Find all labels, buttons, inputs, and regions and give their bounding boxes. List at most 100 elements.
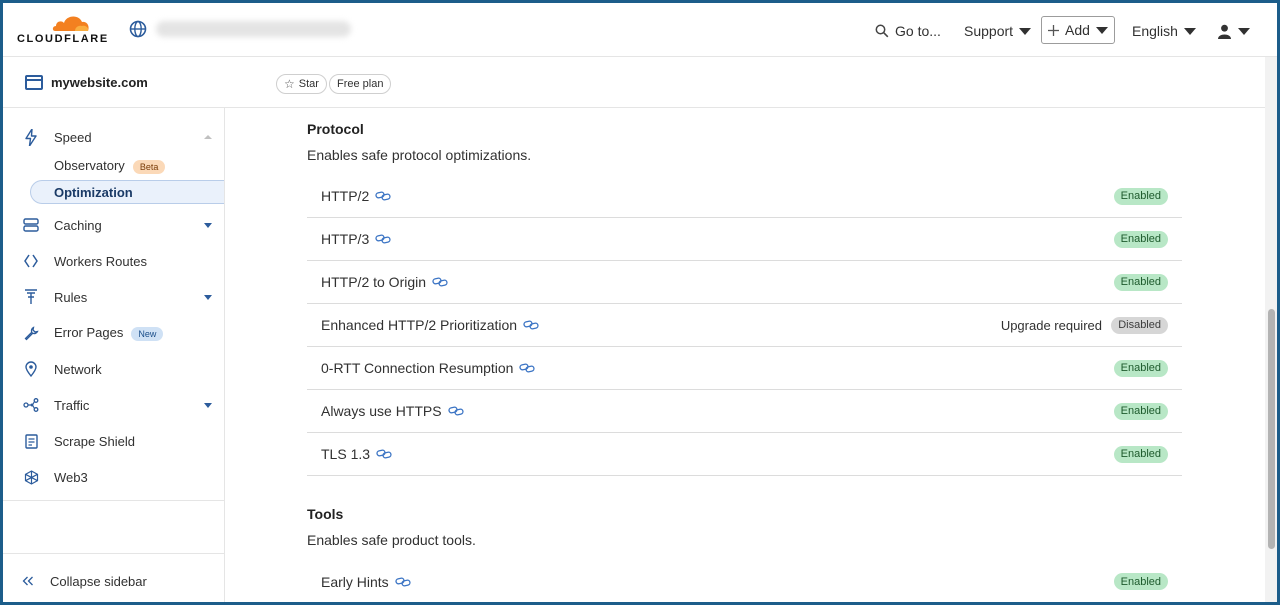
user-icon xyxy=(1218,24,1231,39)
lightning-icon xyxy=(23,128,39,146)
search-icon xyxy=(875,24,889,38)
sidebar-item-speed[interactable]: Speed xyxy=(3,124,224,150)
sidebar-label-optimization: Optimization xyxy=(54,184,133,200)
sidebar-label-caching: Caching xyxy=(54,217,102,233)
chevron-down-icon xyxy=(1019,27,1032,35)
app-window: CLOUDFLARE Go to... Support Add English … xyxy=(3,3,1277,602)
location-pin-icon xyxy=(23,361,39,377)
sidebar-label-observatory: Observatory xyxy=(54,158,125,173)
sidebar-item-traffic[interactable]: Traffic xyxy=(3,392,224,418)
setting-row-early-hints[interactable]: Early Hints Enabled xyxy=(307,560,1182,602)
setting-row-http3[interactable]: HTTP/3 Enabled xyxy=(307,218,1182,261)
sidebar-label-workers-routes: Workers Routes xyxy=(54,253,147,269)
status-badge: Enabled xyxy=(1113,273,1168,291)
page-scrollbar[interactable] xyxy=(1265,57,1277,602)
section-description-protocol: Enables safe protocol optimizations. xyxy=(307,147,532,163)
star-label: Star xyxy=(298,78,319,90)
sidebar-subitem-observatory[interactable]: Observatory Beta xyxy=(3,153,224,179)
status-badge: Enabled xyxy=(1113,573,1168,590)
setting-row-always-use-https[interactable]: Always use HTTPS Enabled xyxy=(307,390,1182,433)
link-icon[interactable] xyxy=(375,191,391,201)
collapse-sidebar-button[interactable]: Collapse sidebar xyxy=(3,568,224,594)
collapse-sidebar-label: Collapse sidebar xyxy=(50,573,147,589)
setting-label: Early Hints xyxy=(321,573,389,590)
chevron-down-icon xyxy=(1238,27,1250,35)
sidebar-label-scrape-shield: Scrape Shield xyxy=(54,433,135,449)
link-icon[interactable] xyxy=(375,234,391,244)
plus-icon xyxy=(1048,24,1060,36)
chevron-down-icon xyxy=(204,294,212,300)
section-description-tools: Enables safe product tools. xyxy=(307,532,476,548)
support-menu[interactable]: Support xyxy=(964,19,1032,43)
main-content: Protocol Enables safe protocol optimizat… xyxy=(225,108,1265,602)
document-icon xyxy=(23,433,39,449)
sidebar-item-network[interactable]: Network xyxy=(3,356,224,382)
add-button[interactable]: Add xyxy=(1041,16,1115,44)
plan-badge[interactable]: Free plan xyxy=(329,74,392,94)
browser-window-icon xyxy=(25,75,43,90)
language-label: English xyxy=(1132,23,1178,39)
sidebar-item-scrape-shield[interactable]: Scrape Shield xyxy=(3,428,224,454)
setting-label: TLS 1.3 xyxy=(321,446,371,462)
chevron-down-icon xyxy=(204,402,212,408)
add-label: Add xyxy=(1065,22,1090,38)
double-chevron-left-icon xyxy=(20,573,36,589)
new-badge: New xyxy=(131,327,164,341)
plan-label: Free plan xyxy=(337,78,384,90)
sidebar-divider xyxy=(3,500,224,501)
sidebar-item-caching[interactable]: Caching xyxy=(3,212,224,238)
setting-row-enhanced-http2-prioritization[interactable]: Enhanced HTTP/2 Prioritization Upgrade r… xyxy=(307,304,1182,347)
status-badge: Disabled xyxy=(1111,316,1168,334)
logo-wordmark: CLOUDFLARE xyxy=(17,33,109,45)
funnel-icon xyxy=(23,289,39,305)
link-icon[interactable] xyxy=(395,577,411,587)
section-title-protocol: Protocol xyxy=(307,121,364,137)
sidebar-item-web3[interactable]: Web3 xyxy=(3,464,224,490)
setting-row-tls13[interactable]: TLS 1.3 Enabled xyxy=(307,433,1182,476)
support-label: Support xyxy=(964,23,1014,39)
star-icon: ☆ xyxy=(284,77,295,91)
cloud-logo-icon xyxy=(52,16,89,31)
link-icon[interactable] xyxy=(523,320,539,330)
scrollbar-thumb[interactable] xyxy=(1268,309,1275,549)
link-icon[interactable] xyxy=(432,277,448,287)
setting-row-0rtt[interactable]: 0-RTT Connection Resumption Enabled xyxy=(307,347,1182,390)
setting-label: Always use HTTPS xyxy=(321,403,442,419)
language-menu[interactable]: English xyxy=(1132,19,1196,43)
account-name-redacted[interactable] xyxy=(156,21,351,37)
status-badge: Enabled xyxy=(1113,187,1168,205)
sidebar-subitem-optimization[interactable]: Optimization xyxy=(3,179,224,205)
user-menu[interactable] xyxy=(1217,19,1250,43)
setting-label: HTTP/3 xyxy=(321,231,370,247)
status-badge: Enabled xyxy=(1113,445,1168,463)
sidebar-label-traffic: Traffic xyxy=(54,397,90,413)
star-button[interactable]: ☆ Star xyxy=(276,74,327,94)
link-icon[interactable] xyxy=(376,449,392,459)
sidebar-item-rules[interactable]: Rules xyxy=(3,284,224,310)
chevron-down-icon xyxy=(204,222,212,228)
cloudflare-logo[interactable]: CLOUDFLARE xyxy=(15,11,111,49)
sidebar-label-error-pages: Error Pages xyxy=(54,325,124,340)
beta-badge: Beta xyxy=(132,160,166,174)
sidebar-item-workers-routes[interactable]: Workers Routes xyxy=(3,248,224,274)
top-bar: CLOUDFLARE Go to... Support Add English xyxy=(3,3,1277,57)
sidebar: Speed Observatory Beta Optimization Cachi… xyxy=(3,108,225,602)
sidebar-label-web3: Web3 xyxy=(54,469,88,485)
setting-row-http2-to-origin[interactable]: HTTP/2 to Origin Enabled xyxy=(307,261,1182,304)
sidebar-item-error-pages[interactable]: Error Pages New xyxy=(3,320,224,346)
sidebar-label-speed: Speed xyxy=(54,129,92,145)
chevron-down-icon xyxy=(1183,27,1196,35)
link-icon[interactable] xyxy=(519,363,536,373)
sidebar-label-rules: Rules xyxy=(54,289,88,305)
workers-icon xyxy=(23,253,39,269)
goto-label: Go to... xyxy=(895,23,941,39)
status-badge: Enabled xyxy=(1113,402,1168,420)
setting-label: 0-RTT Connection Resumption xyxy=(321,360,514,376)
goto-search-button[interactable]: Go to... xyxy=(875,19,941,43)
setting-row-http2[interactable]: HTTP/2 Enabled xyxy=(307,175,1182,218)
sidebar-label-network: Network xyxy=(54,361,102,377)
link-icon[interactable] xyxy=(447,406,464,416)
chevron-up-icon xyxy=(204,135,212,139)
globe-icon[interactable] xyxy=(129,20,147,38)
setting-label: Enhanced HTTP/2 Prioritization xyxy=(321,317,518,333)
